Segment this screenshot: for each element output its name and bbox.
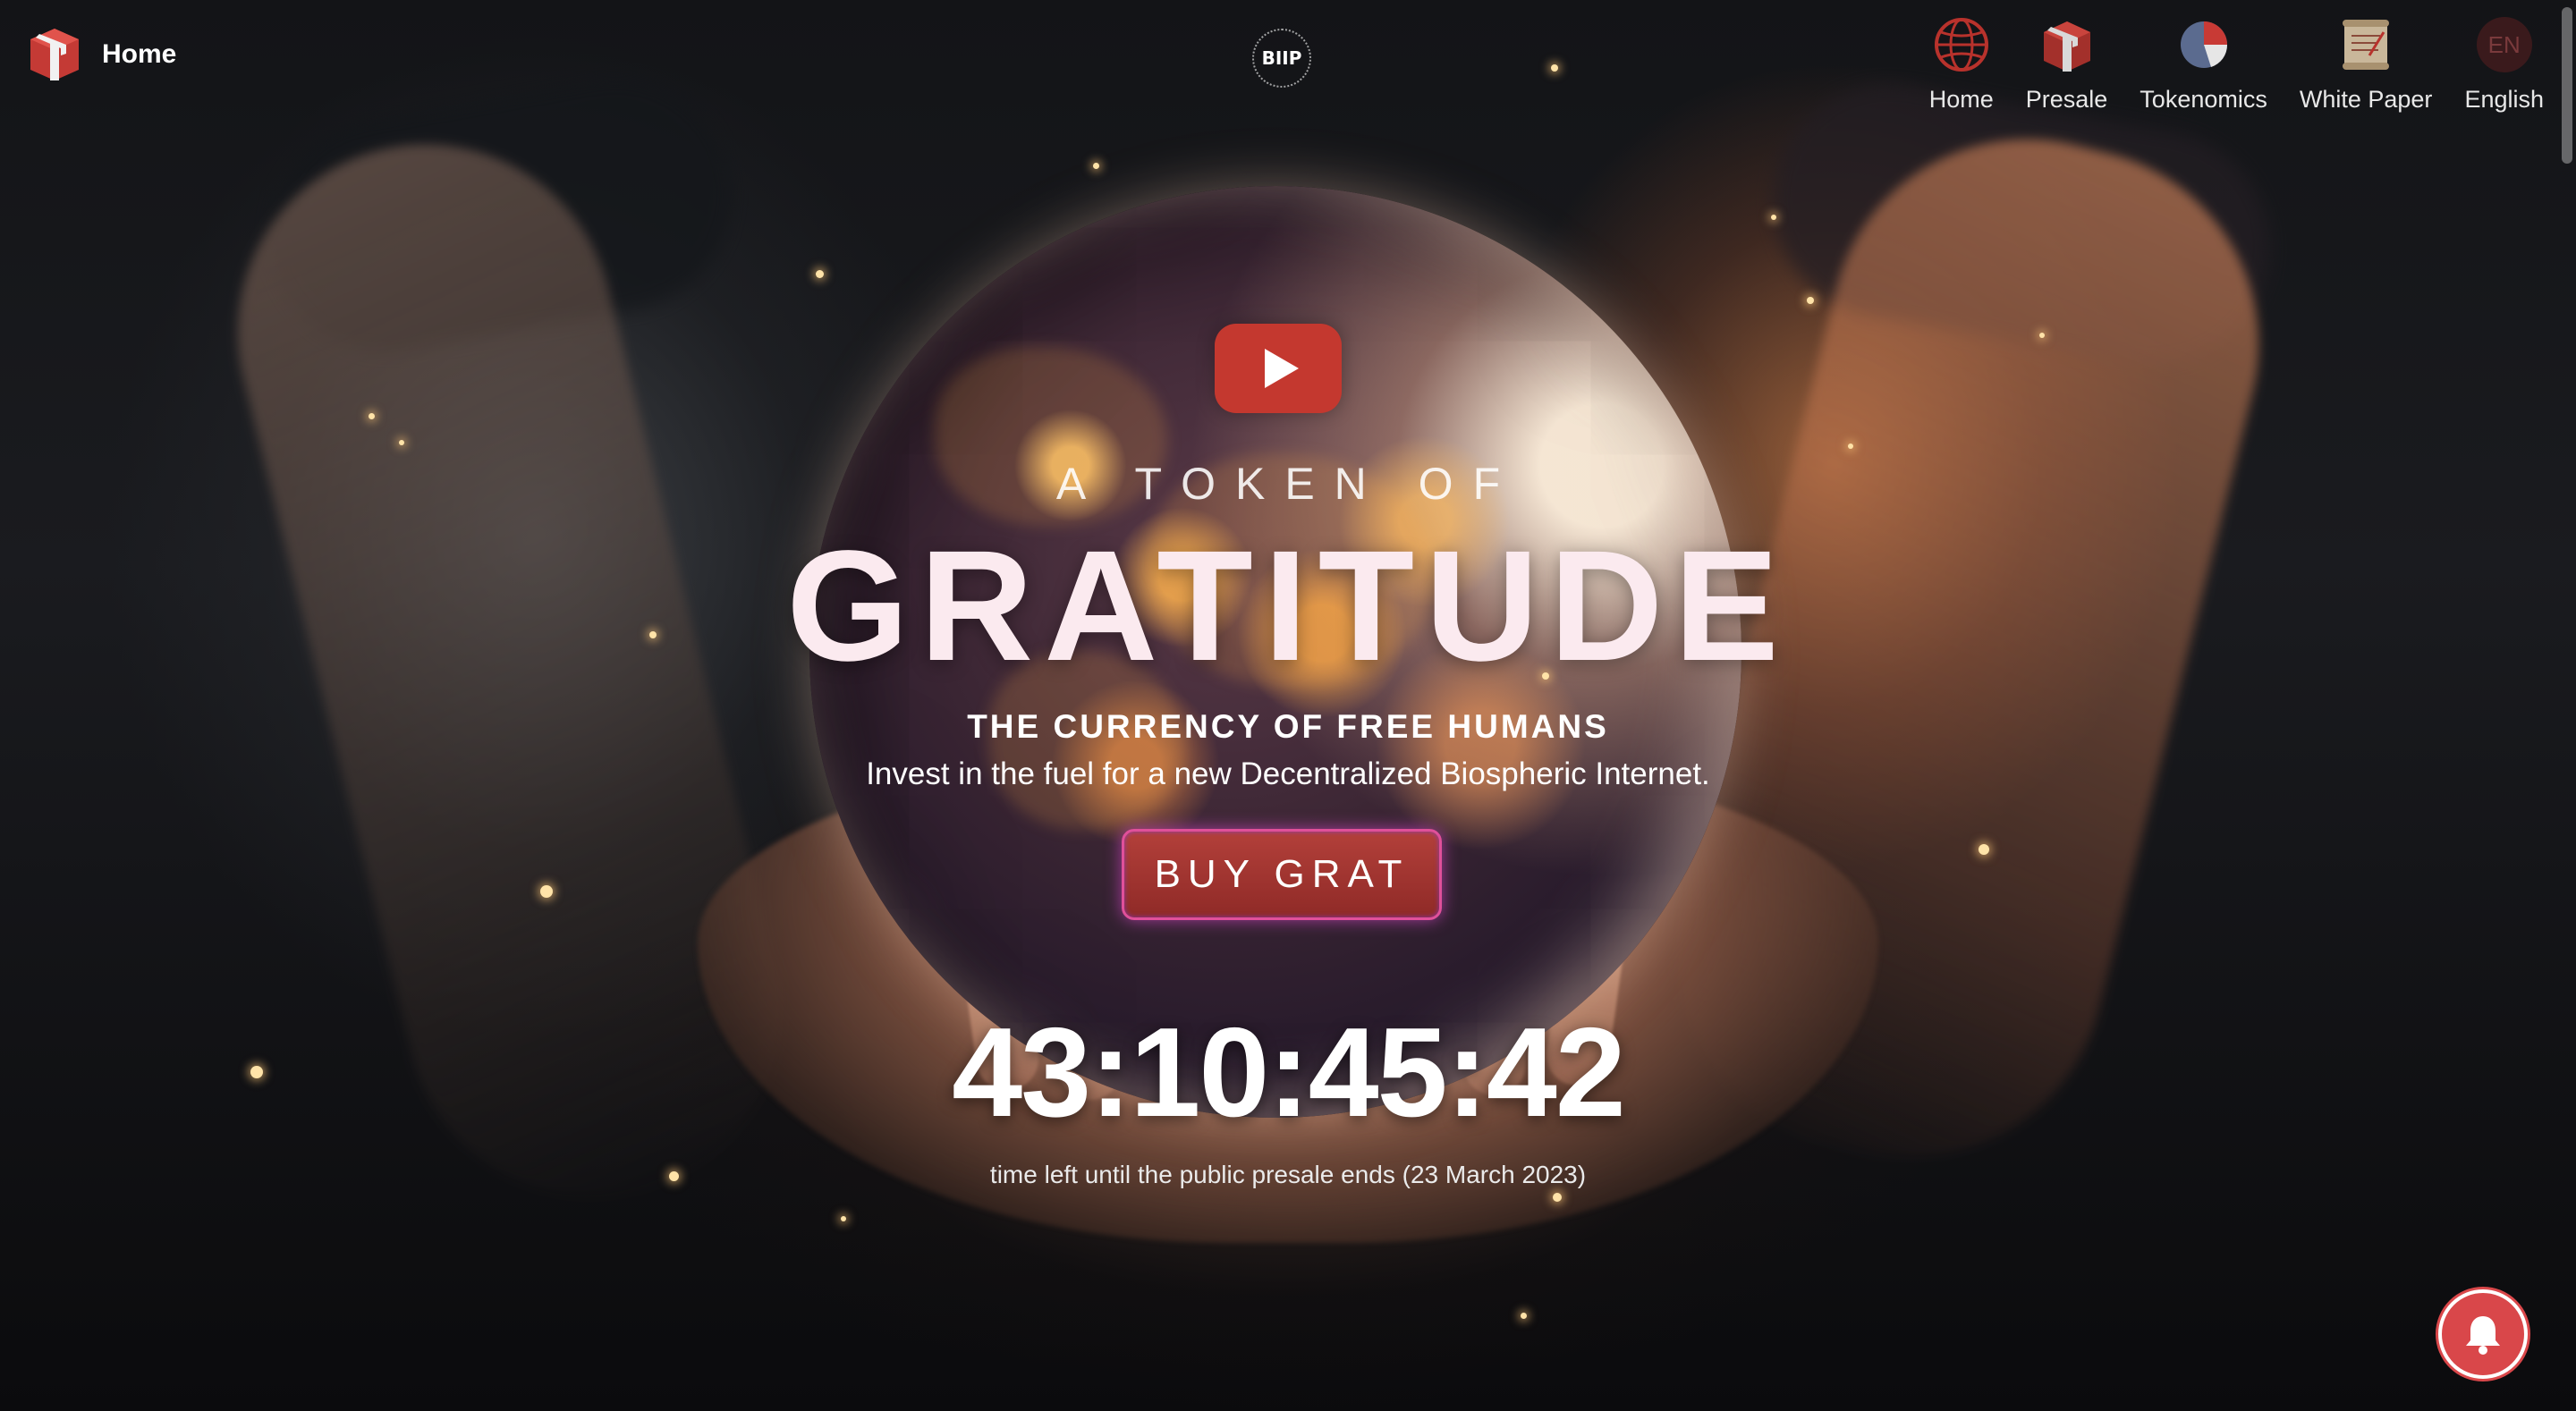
sparkle <box>816 270 824 278</box>
landing-page: Home BIIP Home Presale Tokenomics White … <box>0 0 2576 1411</box>
gift-box-icon <box>2038 16 2096 73</box>
sparkle <box>2039 333 2045 338</box>
nav-item-label: White Paper <box>2299 86 2433 113</box>
sparkle <box>841 1216 846 1221</box>
nav-item-tokenomics[interactable]: Tokenomics <box>2140 16 2267 114</box>
globe-icon <box>1933 16 1990 73</box>
main-navigation: Home Presale Tokenomics White Paper EN E… <box>1929 16 2544 114</box>
sparkle <box>399 440 404 445</box>
nav-item-home[interactable]: Home <box>1929 16 1994 114</box>
notification-bell-button[interactable] <box>2438 1289 2528 1379</box>
pie-chart-icon <box>2175 16 2233 73</box>
nav-item-label: English <box>2464 86 2544 113</box>
countdown-caption: time left until the public presale ends … <box>989 1161 1587 1188</box>
sparkle <box>540 885 553 898</box>
nav-item-label: Home <box>1928 86 1994 113</box>
sparkle <box>369 413 375 419</box>
sparkle <box>1807 297 1814 304</box>
sparkle <box>1553 1193 1562 1202</box>
sparkle <box>1979 844 1989 855</box>
hero-subheadline: THE CURRENCY OF FREE HUMANS <box>967 708 1609 745</box>
buy-grat-button[interactable]: BUY GRAT <box>1122 829 1442 920</box>
nav-item-presale[interactable]: Presale <box>2025 16 2108 114</box>
gift-box-logo-icon <box>30 29 79 80</box>
biip-logo-badge[interactable]: BIIP <box>1252 29 1311 88</box>
language-icon: EN <box>2476 16 2533 73</box>
header-home-link[interactable]: Home <box>25 25 176 84</box>
nav-item-language[interactable]: EN English <box>2464 16 2544 114</box>
hero-headline: GRATITUDE <box>786 519 1790 694</box>
sparkle <box>1093 163 1099 169</box>
sparkle <box>1771 215 1776 220</box>
scroll-icon <box>2337 16 2394 73</box>
play-icon <box>1265 349 1299 388</box>
hero-tagline: A TOKEN OF <box>1055 459 1521 509</box>
sparkle <box>1848 444 1853 449</box>
language-badge: EN <box>2476 17 2532 72</box>
hero-description: Invest in the fuel for a new Decentraliz… <box>866 756 1710 791</box>
nav-item-label: Presale <box>2025 86 2108 113</box>
nav-item-label: Tokenomics <box>2140 86 2267 113</box>
nav-item-white-paper[interactable]: White Paper <box>2299 16 2433 114</box>
home-label: Home <box>102 39 177 69</box>
video-play-button[interactable] <box>1215 324 1342 413</box>
sparkle <box>1521 1313 1527 1319</box>
page-scrollbar[interactable] <box>2562 7 2572 164</box>
sparkle <box>1551 64 1558 72</box>
presale-countdown: 43:10:45:42 <box>952 1001 1626 1144</box>
bell-icon <box>2466 1316 2500 1355</box>
